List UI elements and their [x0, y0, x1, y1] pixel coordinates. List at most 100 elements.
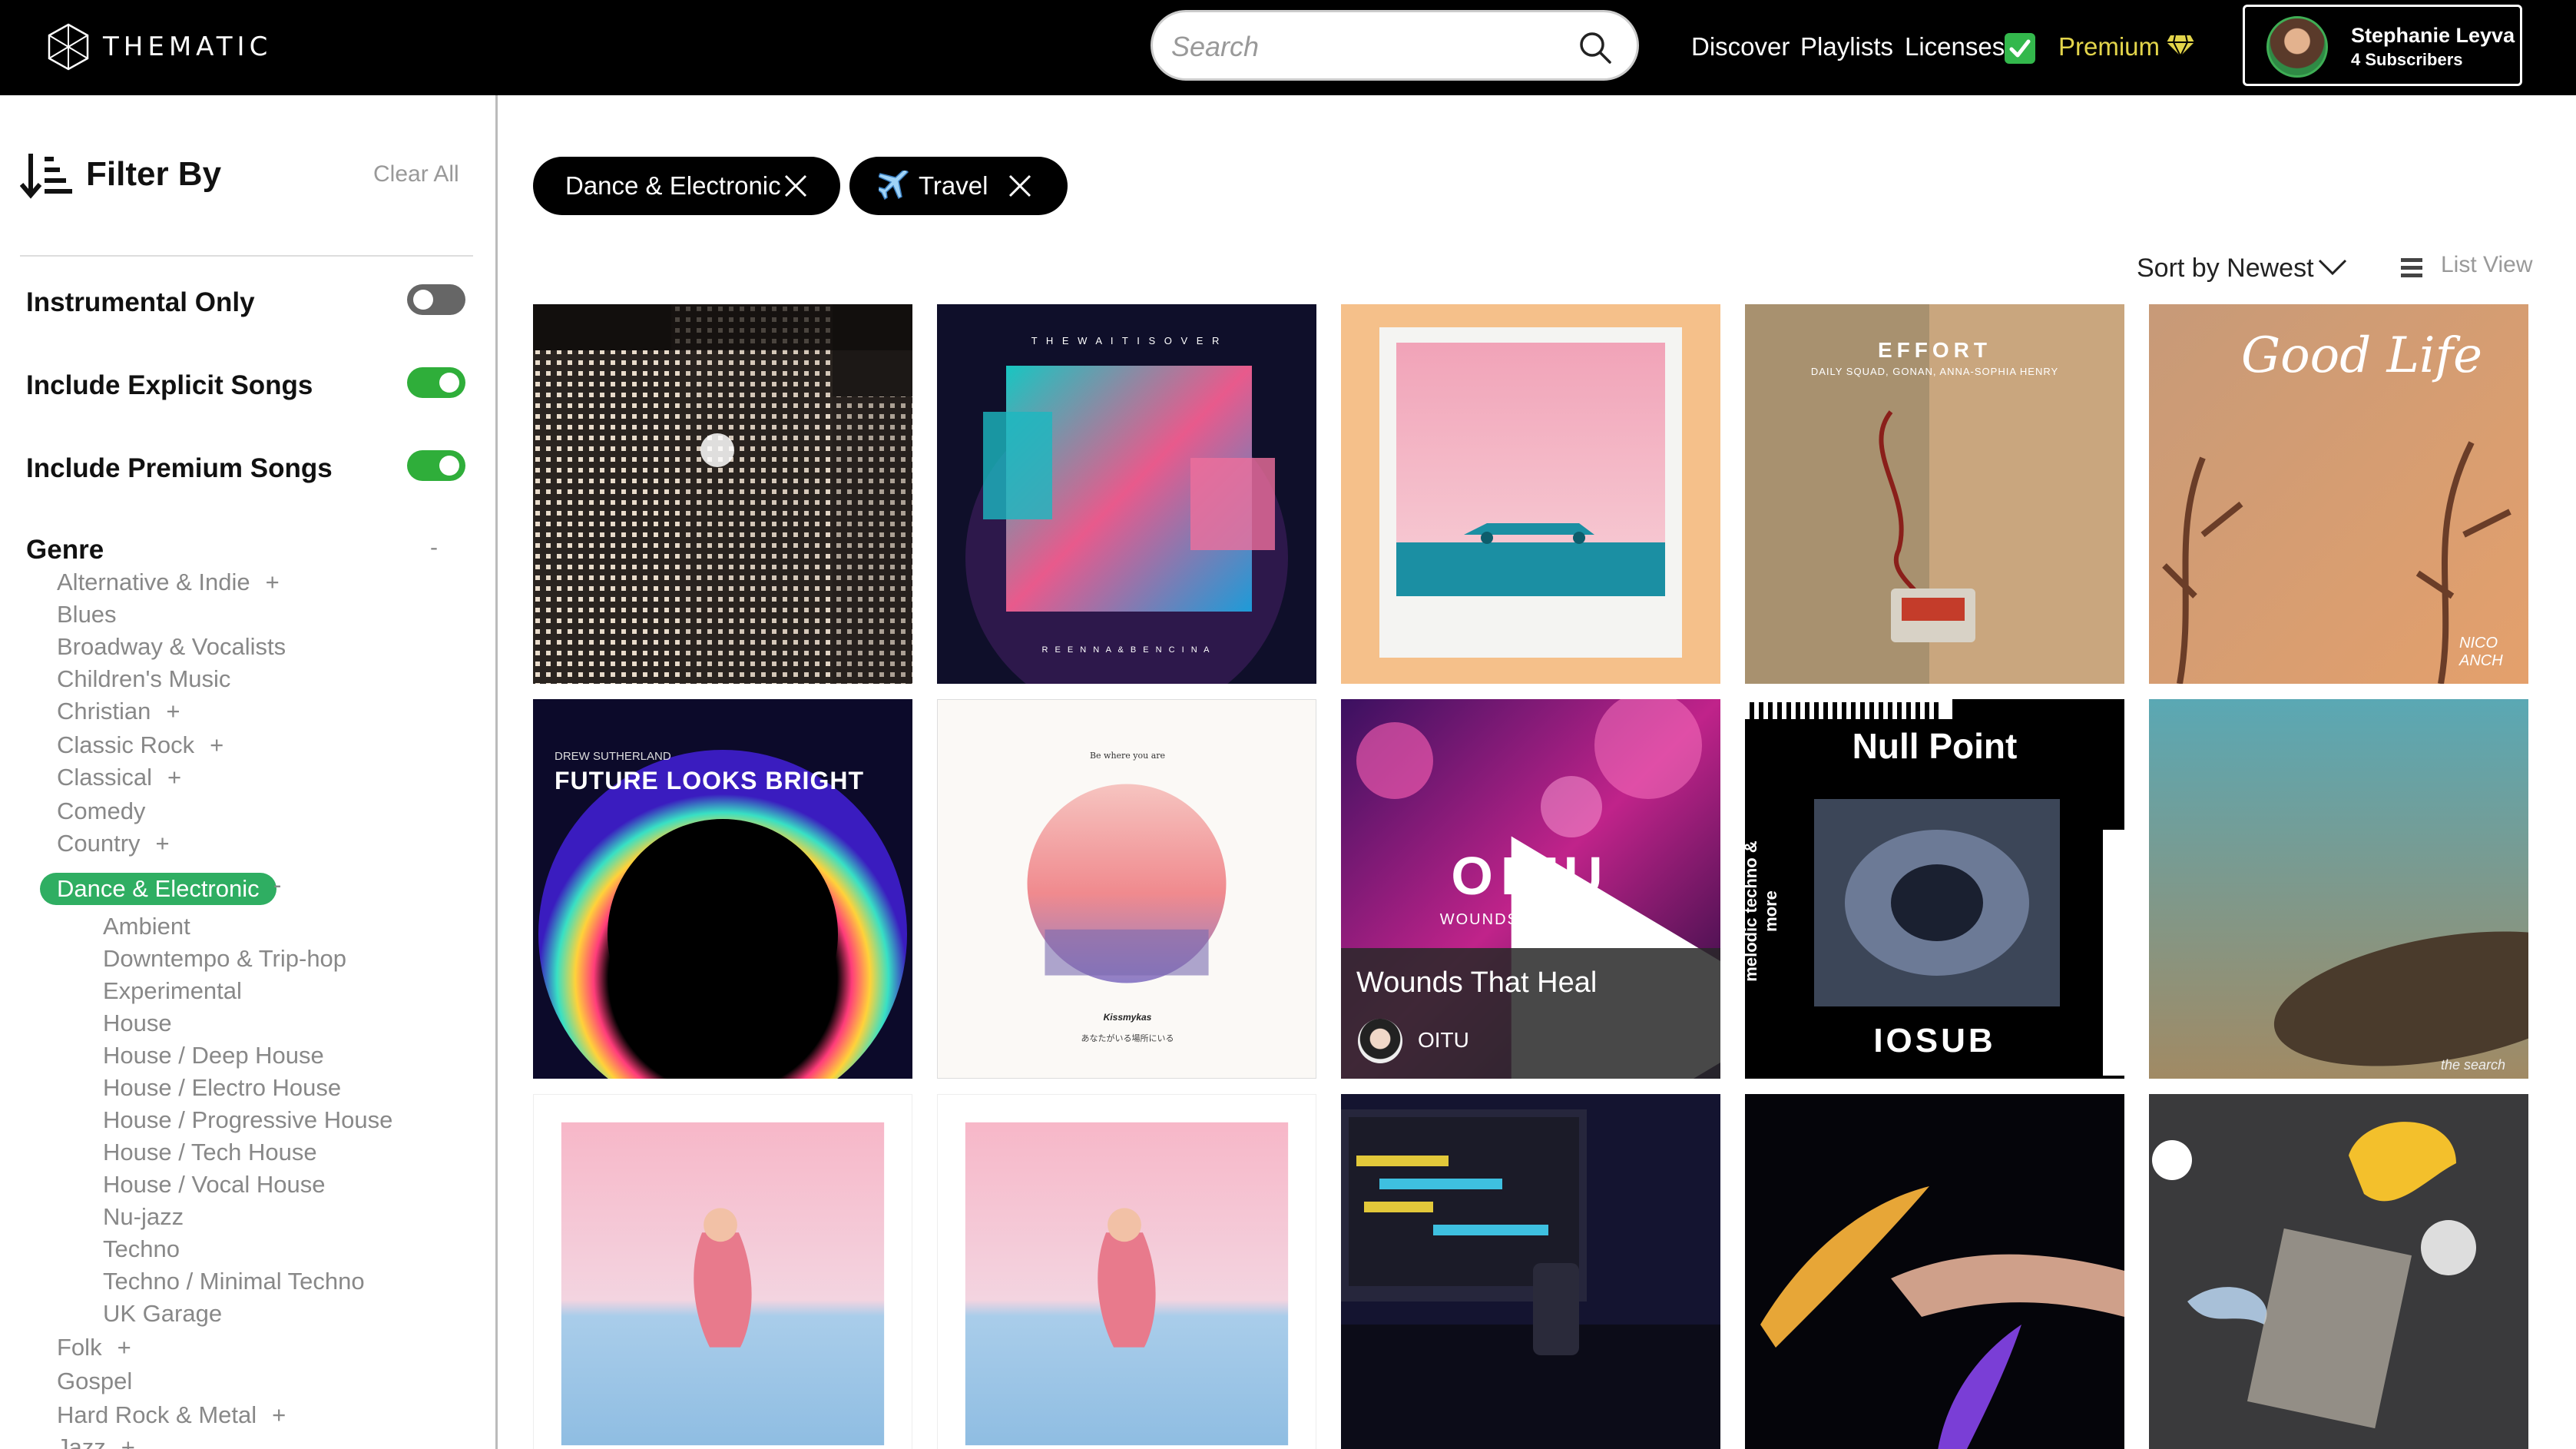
explicit-songs-toggle[interactable]	[407, 367, 465, 398]
cover-artist: R E E N N A & B E N C I N A	[1041, 645, 1212, 655]
genre-classic-rock[interactable]: Classic Rock +	[57, 731, 223, 759]
genre-alternative-indie[interactable]: Alternative & Indie +	[57, 569, 280, 596]
cover-art	[1745, 1094, 2124, 1449]
check-icon	[2005, 33, 2035, 64]
collage-objects-cover[interactable]	[2149, 1094, 2528, 1449]
close-icon[interactable]	[783, 174, 808, 198]
genre-comedy[interactable]: Comedy	[57, 797, 145, 825]
expand-icon[interactable]: +	[118, 1334, 131, 1361]
expand-icon[interactable]: +	[210, 731, 223, 758]
top-bar: THEMATIC Discover Playlists Licenses Pre…	[0, 0, 2576, 95]
close-icon[interactable]	[1008, 174, 1032, 198]
toggle-knob	[413, 290, 433, 310]
cover-title: Null Point	[1852, 726, 2018, 766]
pink-sea-girl-cover-2[interactable]	[937, 1094, 1316, 1449]
subgenre-item[interactable]: Downtempo & Trip-hop	[103, 945, 346, 973]
subgenre-item[interactable]: Nu-jazz	[103, 1203, 184, 1231]
clear-all-button[interactable]: Clear All	[373, 161, 459, 187]
expand-icon[interactable]: +	[156, 830, 170, 857]
list-icon[interactable]	[2401, 257, 2422, 278]
collapse-icon[interactable]: -	[273, 871, 281, 899]
subgenre-item[interactable]: Techno	[103, 1235, 180, 1263]
night-city-cover[interactable]	[533, 304, 912, 684]
cover-title: FUTURE LOOKS BRIGHT	[555, 767, 864, 794]
chip-label: Travel	[919, 171, 988, 200]
genre-gospel[interactable]: Gospel	[57, 1368, 132, 1395]
cover-side-text: melodic techno & more	[1745, 841, 1780, 982]
subgenre-item[interactable]: House / Progressive House	[103, 1106, 392, 1134]
nav-licenses[interactable]: Licenses	[1905, 28, 2005, 66]
subgenre-item[interactable]: UK Garage	[103, 1300, 222, 1328]
sort-dropdown[interactable]: Sort by Newest	[2137, 254, 2314, 284]
chip-label: Dance & Electronic	[565, 171, 781, 200]
diamond-icon	[2167, 35, 2194, 57]
divider	[20, 255, 473, 257]
expand-icon[interactable]: +	[121, 1434, 135, 1449]
expand-icon[interactable]: +	[272, 1401, 286, 1428]
genre-country[interactable]: Country +	[57, 830, 170, 857]
genre-hard-rock-metal[interactable]: Hard Rock & Metal +	[57, 1401, 286, 1429]
pink-sea-girl-cover-1[interactable]	[533, 1094, 912, 1449]
cover-art	[938, 1095, 1316, 1449]
null-point-cover[interactable]: Null Point IOSUB melodic techno & more	[1745, 699, 2124, 1079]
logo[interactable]: THEMATIC	[48, 23, 272, 71]
the-wait-is-over-cover[interactable]: T H E W A I T I S O V E R R E E N N A & …	[937, 304, 1316, 684]
expand-icon[interactable]: +	[166, 698, 180, 724]
genre-classical[interactable]: Classical +	[57, 764, 181, 791]
cover-art	[1341, 1094, 1720, 1449]
instrumental-only-toggle[interactable]	[407, 284, 465, 315]
expand-icon[interactable]: +	[266, 569, 280, 595]
filter-chip-travel[interactable]: Travel	[849, 157, 1068, 215]
feather-hand-cover[interactable]	[1745, 1094, 2124, 1449]
artist-avatar	[1358, 1019, 1402, 1063]
genre-blues[interactable]: Blues	[57, 601, 117, 628]
subgenre-item[interactable]: Techno / Minimal Techno	[103, 1268, 365, 1295]
genre-collapse-button[interactable]: -	[430, 535, 438, 561]
genre-jazz[interactable]: Jazz +	[57, 1434, 135, 1449]
studio-desk-cover[interactable]	[1341, 1094, 1720, 1449]
wounds-that-heal-cover[interactable]: OITU WOUNDS THAT HEAL Wounds That Heal O…	[1341, 699, 1720, 1079]
logo-text: THEMATIC	[103, 32, 273, 62]
user-profile-button[interactable]: Stephanie Leyva 4 Subscribers	[2243, 5, 2522, 86]
subgenre-item[interactable]: House / Electro House	[103, 1074, 341, 1102]
airplane-icon	[879, 171, 909, 201]
subgenre-item[interactable]: House	[103, 1010, 172, 1037]
effort-cover[interactable]: EFFORT DAILY SQUAD, GONAN, ANNA-SOPHIA H…	[1745, 304, 2124, 684]
subgenre-item[interactable]: House / Deep House	[103, 1042, 324, 1069]
genre-dance-electronic-selected[interactable]: Dance & Electronic	[40, 873, 276, 905]
nav-discover[interactable]: Discover	[1691, 28, 1790, 66]
convertible-sunset-cover[interactable]	[1341, 304, 1720, 684]
cover-art	[534, 1095, 912, 1449]
future-looks-bright-cover[interactable]: DREW SUTHERLAND FUTURE LOOKS BRIGHT	[533, 699, 912, 1079]
filter-title: Filter By	[86, 155, 222, 193]
genre-childrens-music[interactable]: Children's Music	[57, 665, 230, 693]
filter-chip-dance-electronic[interactable]: Dance & Electronic	[533, 157, 840, 215]
search-icon[interactable]	[1578, 31, 1612, 65]
subgenre-item[interactable]: Experimental	[103, 977, 242, 1005]
premium-songs-toggle[interactable]	[407, 450, 465, 481]
good-life-cover[interactable]: Good Life NICO ANCH	[2149, 304, 2528, 684]
skateboard-cover[interactable]: the search	[2149, 699, 2528, 1079]
track-title[interactable]: Wounds That Heal	[1356, 967, 1597, 1000]
subgenre-item[interactable]: Ambient	[103, 913, 190, 940]
chevron-down-icon[interactable]	[2318, 258, 2347, 277]
be-where-you-are-cover[interactable]: Be where you are Kissmykas あなたがいる場所にいる	[937, 699, 1316, 1079]
cover-art	[2149, 699, 2528, 1079]
track-artist[interactable]: OITU	[1418, 1028, 1469, 1053]
instrumental-only-label: Instrumental Only	[26, 287, 255, 317]
cover-title: the search	[2441, 1057, 2506, 1073]
expand-icon[interactable]: +	[167, 764, 181, 791]
subgenre-item[interactable]: House / Vocal House	[103, 1171, 326, 1199]
search-bar[interactable]	[1151, 10, 1639, 81]
subgenre-item[interactable]: House / Tech House	[103, 1139, 317, 1166]
nav-premium[interactable]: Premium	[2058, 28, 2160, 66]
cover-art	[2149, 1094, 2528, 1449]
nav-playlists[interactable]: Playlists	[1800, 28, 1893, 66]
genre-folk[interactable]: Folk +	[57, 1334, 131, 1361]
genre-broadway-vocalists[interactable]: Broadway & Vocalists	[57, 633, 286, 661]
genre-christian[interactable]: Christian +	[57, 698, 180, 725]
cover-subtitle: あなたがいる場所にいる	[1081, 1034, 1174, 1043]
search-input[interactable]	[1171, 29, 1571, 65]
cover-art	[533, 304, 912, 684]
list-view-button[interactable]: List View	[2441, 252, 2533, 278]
